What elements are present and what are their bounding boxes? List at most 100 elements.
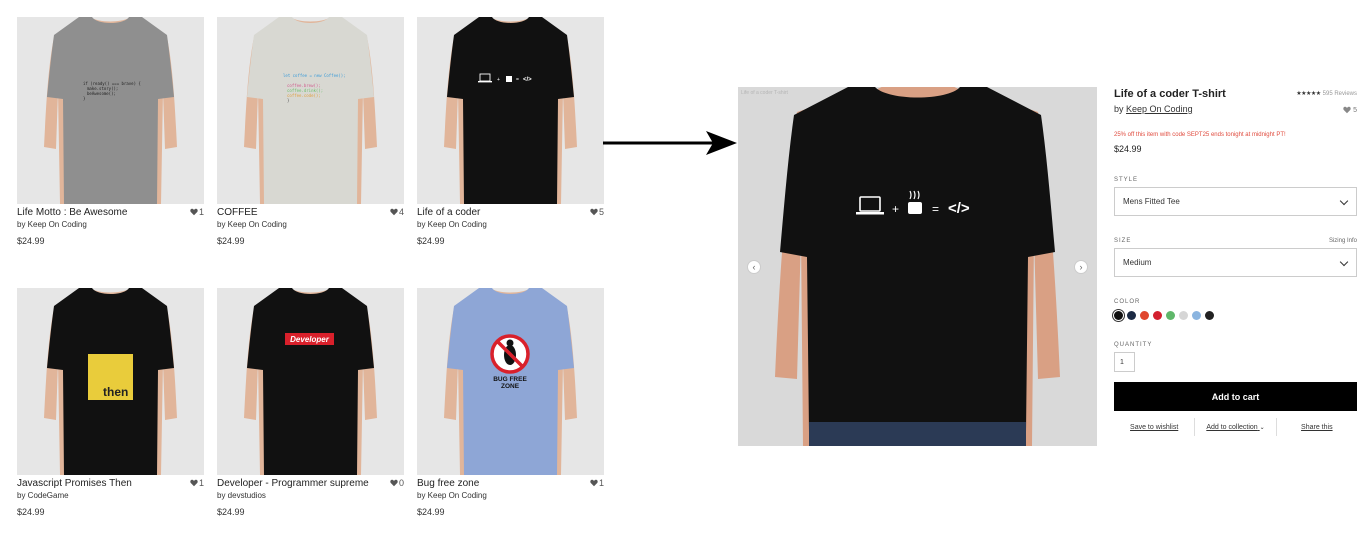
svg-text:beAwesome();: beAwesome();	[87, 91, 116, 96]
size-label: SIZE	[1114, 238, 1132, 244]
product-image[interactable]: Developer	[217, 288, 404, 475]
product-card[interactable]: then Javascript Promises Then 1 by CodeG…	[17, 288, 204, 517]
product-price: $24.99	[417, 236, 445, 246]
product-card[interactable]: Developer Developer - Programmer supreme…	[217, 288, 404, 517]
svg-text:let coffee = new Coffee();: let coffee = new Coffee();	[283, 73, 346, 78]
chevron-right-icon: ›	[1079, 262, 1083, 272]
carousel-next-button[interactable]: ›	[1074, 260, 1088, 274]
product-price: $24.99	[217, 236, 245, 246]
product-name[interactable]: Developer - Programmer supreme	[217, 478, 404, 490]
quantity-input[interactable]: 1	[1114, 352, 1135, 372]
product-artist[interactable]: by CodeGame	[17, 490, 204, 501]
heart-icon	[390, 208, 398, 216]
heart-icon	[190, 208, 198, 216]
heart-icon	[590, 208, 598, 216]
shirt-illustration: then	[17, 288, 204, 475]
chevron-down-icon	[1339, 196, 1349, 206]
color-swatch[interactable]	[1127, 311, 1136, 320]
add-to-collection-link[interactable]: Add to collection ⌄	[1195, 424, 1275, 431]
product-artist[interactable]: by Keep On Coding	[417, 219, 604, 230]
product-card[interactable]: if (ready() === brave) { make.story(); b…	[17, 17, 204, 246]
like-count-value: 0	[398, 478, 404, 488]
like-count[interactable]: 4	[390, 207, 404, 217]
product-price: $24.99	[17, 507, 45, 517]
save-to-wishlist-link[interactable]: Save to wishlist	[1114, 424, 1194, 431]
product-name[interactable]: Life Motto : Be Awesome	[17, 207, 204, 219]
product-card[interactable]: BUG FREE ZONE Bug free zone 1 by Keep On…	[417, 288, 604, 517]
product-image[interactable]: BUG FREE ZONE	[417, 288, 604, 475]
add-to-cart-button[interactable]: Add to cart	[1114, 382, 1357, 411]
chevron-down-icon	[1339, 257, 1349, 267]
style-select[interactable]: Mens Fitted Tee	[1114, 187, 1357, 216]
product-name[interactable]: Life of a coder	[417, 207, 604, 219]
like-count[interactable]: 1	[190, 207, 204, 217]
byline-prefix: by	[1114, 104, 1124, 114]
product-image[interactable]: let coffee = new Coffee(); coffee.brew()…	[217, 17, 404, 204]
image-caption: Life of a coder T-shirt	[741, 90, 788, 96]
product-name[interactable]: Bug free zone	[417, 478, 604, 490]
promo-text: 25% off this item with code SEPT25 ends …	[1114, 132, 1286, 138]
style-label: STYLE	[1114, 177, 1139, 183]
product-price: $24.99	[417, 507, 445, 517]
heart-icon	[390, 479, 398, 487]
quantity-label: QUANTITY	[1114, 342, 1153, 348]
right-arrow-icon	[603, 131, 737, 155]
product-artist[interactable]: by devstudios	[217, 490, 404, 501]
like-count[interactable]: 0	[390, 478, 404, 488]
heart-icon	[1343, 106, 1351, 114]
product-image[interactable]: then	[17, 288, 204, 475]
size-value: Medium	[1123, 258, 1152, 267]
like-count[interactable]: 1	[590, 478, 604, 488]
shirt-illustration: let coffee = new Coffee(); coffee.brew()…	[217, 17, 404, 204]
shirt-illustration: + = </>	[417, 17, 604, 204]
color-swatch[interactable]	[1166, 311, 1175, 320]
product-artist[interactable]: by Keep On Coding	[217, 219, 404, 230]
product-card[interactable]: let coffee = new Coffee(); coffee.brew()…	[217, 17, 404, 246]
color-label: COLOR	[1114, 299, 1141, 305]
chevron-down-icon: ⌄	[1259, 424, 1265, 431]
equals-sign: =	[516, 77, 519, 83]
product-name[interactable]: COFFEE	[217, 207, 404, 219]
developer-print: Developer	[290, 335, 330, 344]
sizing-info-link[interactable]: Sizing Info	[1329, 238, 1357, 244]
product-artist[interactable]: by Keep On Coding	[17, 219, 204, 230]
color-swatch[interactable]	[1153, 311, 1162, 320]
product-price: $24.99	[17, 236, 45, 246]
then-print: then	[103, 385, 128, 399]
carousel-prev-button[interactable]: ‹	[747, 260, 761, 274]
like-count-value: 5	[1353, 106, 1357, 114]
product-price: $24.99	[217, 507, 245, 517]
product-image[interactable]: if (ready() === brave) { make.story(); b…	[17, 17, 204, 204]
svg-text:coffee.code();: coffee.code();	[287, 93, 321, 98]
color-swatch[interactable]	[1114, 311, 1123, 320]
equals-sign-large: =	[932, 202, 939, 216]
rating[interactable]: ★★★★★ 595 Reviews	[1296, 90, 1357, 98]
color-swatch[interactable]	[1205, 311, 1214, 320]
color-swatch[interactable]	[1192, 311, 1201, 320]
like-button[interactable]: 5	[1343, 106, 1357, 114]
plus-sign-large: +	[892, 202, 899, 216]
product-detail-image[interactable]: + = </> Life of a coder T-shirt ‹ ›	[738, 87, 1097, 446]
heart-icon	[590, 479, 598, 487]
product-artist[interactable]: by Keep On Coding	[417, 490, 604, 501]
like-count[interactable]: 1	[190, 478, 204, 488]
product-detail-panel: Life of a coder T-shirt ★★★★★ 595 Review…	[1114, 88, 1357, 436]
shirt-illustration: BUG FREE ZONE	[417, 288, 604, 475]
shirt-illustration: if (ready() === brave) { make.story(); b…	[17, 17, 204, 204]
product-name[interactable]: Javascript Promises Then	[17, 478, 204, 490]
shirt-illustration-large: + = </>	[738, 87, 1097, 446]
color-swatch[interactable]	[1179, 311, 1188, 320]
color-swatch[interactable]	[1140, 311, 1149, 320]
product-card[interactable]: + = </> Life of a coder 5 by Keep On Cod…	[417, 17, 604, 246]
size-select[interactable]: Medium	[1114, 248, 1357, 277]
artist-link[interactable]: Keep On Coding	[1126, 104, 1193, 114]
product-price: $24.99	[1114, 144, 1142, 154]
like-count[interactable]: 5	[590, 207, 604, 217]
like-count-value: 5	[598, 207, 604, 217]
share-link[interactable]: Share this	[1277, 424, 1357, 431]
product-byline: by Keep On Coding	[1114, 104, 1357, 114]
review-count[interactable]: 595 Reviews	[1323, 91, 1357, 97]
like-count-value: 4	[398, 207, 404, 217]
product-image[interactable]: + = </>	[417, 17, 604, 204]
plus-sign: +	[497, 77, 500, 83]
